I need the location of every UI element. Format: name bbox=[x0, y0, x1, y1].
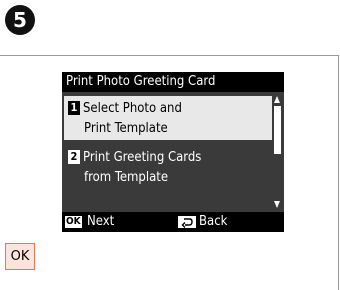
menu-item-select-photo[interactable]: 1 Select Photo and Print Template bbox=[64, 96, 272, 140]
back-arrow-icon bbox=[178, 216, 196, 228]
menu-number-icon: 2 bbox=[68, 150, 80, 164]
step-number-badge: 5 bbox=[5, 5, 35, 35]
screen-footer: OK Next Back bbox=[62, 212, 284, 232]
menu-item-line1: 1 Select Photo and bbox=[68, 101, 182, 116]
menu-item-label: Print Greeting Cards bbox=[83, 150, 202, 165]
menu-number-icon: 1 bbox=[68, 101, 80, 115]
scroll-up-arrow-icon bbox=[274, 96, 280, 103]
next-label: Next bbox=[87, 214, 115, 229]
menu-item-label-cont: Print Template bbox=[84, 121, 168, 136]
ok-key-icon: OK bbox=[65, 216, 82, 228]
menu-item-print-greeting-cards[interactable]: 2 Print Greeting Cards from Template bbox=[64, 142, 272, 194]
lcd-screen: Print Photo Greeting Card 1 Select Photo … bbox=[62, 72, 284, 232]
screen-title: Print Photo Greeting Card bbox=[62, 72, 284, 92]
menu-item-label: Select Photo and bbox=[83, 101, 182, 116]
back-label: Back bbox=[199, 214, 228, 229]
scroll-thumb[interactable] bbox=[274, 106, 281, 154]
menu-item-line1: 2 Print Greeting Cards bbox=[68, 150, 201, 165]
scroll-down-arrow-icon bbox=[274, 201, 280, 208]
ok-button[interactable]: OK bbox=[5, 243, 35, 270]
menu-item-label-cont: from Template bbox=[84, 170, 169, 185]
scrollbar[interactable] bbox=[274, 96, 281, 208]
